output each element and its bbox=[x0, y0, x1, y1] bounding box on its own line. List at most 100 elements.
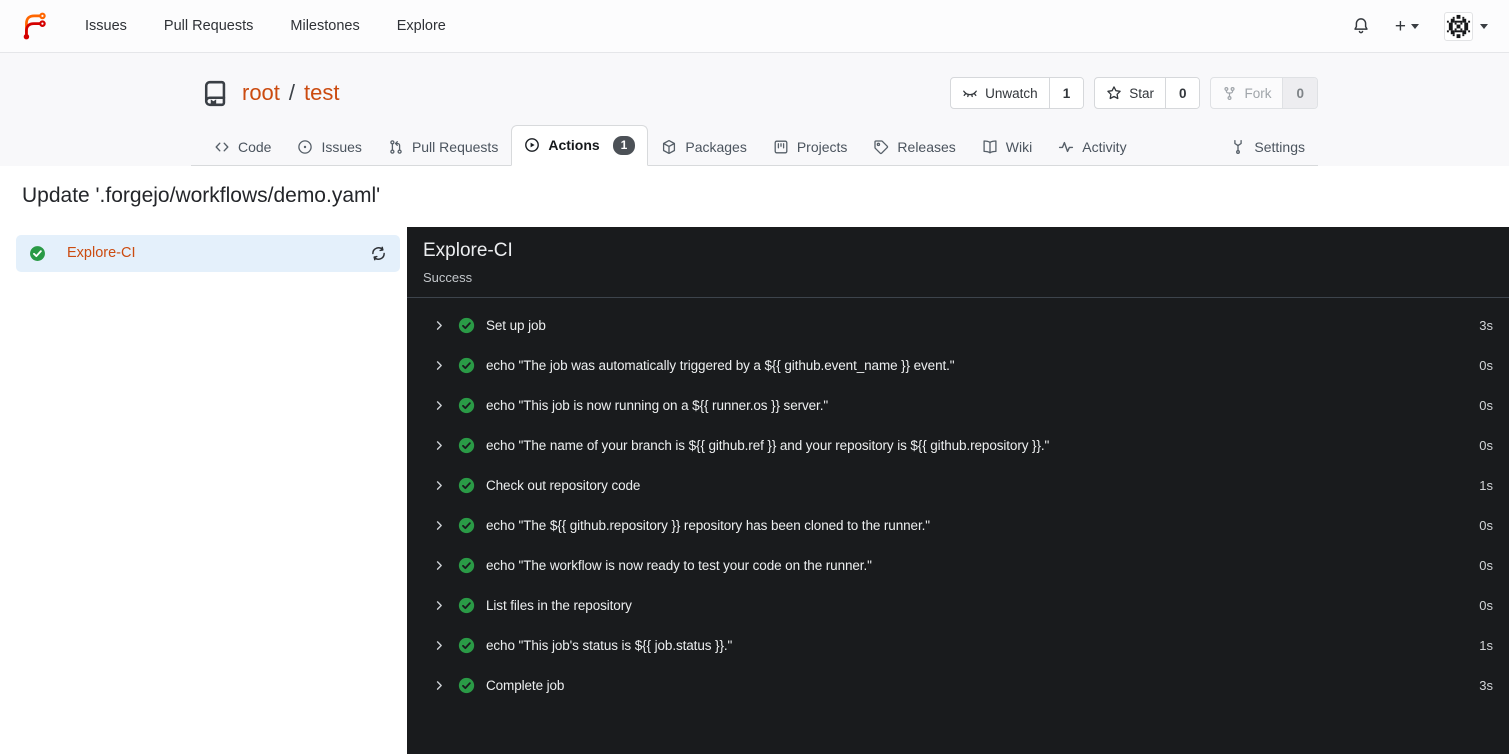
job-log-header: Explore-CI Success bbox=[407, 227, 1509, 298]
repo-owner-link[interactable]: root bbox=[242, 80, 280, 106]
step-label: Set up job bbox=[486, 318, 546, 334]
tab-wiki[interactable]: Wiki bbox=[969, 128, 1045, 166]
chevron-right-icon[interactable] bbox=[434, 400, 445, 411]
job-success-icon bbox=[29, 245, 46, 262]
pulse-icon bbox=[1059, 141, 1074, 152]
repo-separator: / bbox=[288, 80, 296, 105]
job-status-text: Success bbox=[423, 269, 473, 285]
step-success-icon bbox=[458, 597, 475, 614]
user-avatar bbox=[1444, 11, 1473, 41]
chevron-down-icon bbox=[1411, 23, 1419, 29]
tab-pull-requests[interactable]: Pull Requests bbox=[375, 128, 511, 166]
workflow-step-row[interactable]: echo "The ${{ github.repository }} repos… bbox=[407, 506, 1509, 546]
tab-issues[interactable]: Issues bbox=[284, 128, 374, 166]
unwatch-button[interactable]: Unwatch bbox=[951, 78, 1049, 108]
workflow-step-row[interactable]: List files in the repository 0s bbox=[407, 586, 1509, 626]
settings-tool-icon bbox=[1234, 139, 1243, 154]
repo-tab-bar: Code Issues Pull Requests Actions 1 Pack… bbox=[191, 125, 1318, 166]
step-duration: 0s bbox=[1479, 598, 1493, 614]
step-duration: 1s bbox=[1479, 638, 1493, 654]
tab-code[interactable]: Code bbox=[201, 128, 284, 166]
workflow-step-row[interactable]: Complete job 3s bbox=[407, 666, 1509, 706]
workflow-run-title: Update '.forgejo/workflows/demo.yaml' bbox=[22, 184, 381, 208]
tab-releases[interactable]: Releases bbox=[860, 128, 968, 166]
chevron-right-icon[interactable] bbox=[434, 360, 445, 371]
code-icon bbox=[215, 142, 229, 152]
workflow-step-row[interactable]: echo "This job is now running on a ${{ r… bbox=[407, 386, 1509, 426]
step-success-icon bbox=[458, 517, 475, 534]
step-label: echo "The ${{ github.repository }} repos… bbox=[486, 518, 930, 534]
step-success-icon bbox=[458, 357, 475, 374]
step-success-icon bbox=[458, 477, 475, 494]
step-duration: 3s bbox=[1479, 678, 1493, 694]
workflow-step-row[interactable]: Check out repository code 1s bbox=[407, 466, 1509, 506]
step-label: List files in the repository bbox=[486, 598, 632, 614]
chevron-right-icon[interactable] bbox=[434, 480, 445, 491]
step-label: echo "The name of your branch is ${{ git… bbox=[486, 438, 1050, 454]
navbar-item-explore[interactable]: Explore bbox=[397, 18, 446, 34]
navbar-item-issues[interactable]: Issues bbox=[85, 18, 127, 34]
issue-circle-icon bbox=[298, 139, 313, 154]
chevron-right-icon[interactable] bbox=[434, 560, 445, 571]
step-duration: 0s bbox=[1479, 358, 1493, 374]
tab-settings[interactable]: Settings bbox=[1217, 128, 1318, 166]
chevron-right-icon[interactable] bbox=[434, 600, 445, 611]
project-board-icon bbox=[774, 140, 788, 154]
job-name: Explore-CI bbox=[67, 245, 136, 262]
repo-name-link[interactable]: test bbox=[304, 80, 339, 106]
star-button-group: Star 0 bbox=[1094, 77, 1201, 109]
unwatch-label: Unwatch bbox=[985, 85, 1038, 101]
navbar-right: + bbox=[1352, 11, 1488, 41]
job-list-item-explore-ci[interactable]: Explore-CI bbox=[16, 234, 400, 272]
chevron-right-icon[interactable] bbox=[434, 440, 445, 451]
chevron-right-icon[interactable] bbox=[434, 520, 445, 531]
workflow-step-row[interactable]: echo "The name of your branch is ${{ git… bbox=[407, 426, 1509, 466]
workflow-step-row[interactable]: Set up job 3s bbox=[407, 306, 1509, 346]
workflow-step-row[interactable]: echo "The workflow is now ready to test … bbox=[407, 546, 1509, 586]
step-duration: 0s bbox=[1479, 398, 1493, 414]
navbar-links: Issues Pull Requests Milestones Explore bbox=[85, 18, 446, 34]
jobs-sidebar: Explore-CI bbox=[0, 227, 407, 754]
step-label: echo "This job's status is ${{ job.statu… bbox=[486, 638, 733, 654]
chevron-right-icon[interactable] bbox=[434, 640, 445, 651]
forgejo-logo-icon[interactable] bbox=[21, 11, 52, 42]
repo-title-row: root / test Unwatch 1 Star 0 Fork 0 bbox=[191, 70, 1318, 116]
repo-book-icon bbox=[202, 80, 229, 107]
step-duration: 1s bbox=[1479, 478, 1493, 494]
step-success-icon bbox=[458, 557, 475, 574]
fork-button[interactable]: Fork bbox=[1211, 78, 1282, 108]
step-success-icon bbox=[458, 317, 475, 334]
play-circle-icon bbox=[525, 138, 540, 153]
chevron-right-icon[interactable] bbox=[434, 680, 445, 691]
tab-activity[interactable]: Activity bbox=[1045, 128, 1139, 166]
step-success-icon bbox=[458, 437, 475, 454]
tab-projects[interactable]: Projects bbox=[760, 128, 861, 166]
step-label: echo "The workflow is now ready to test … bbox=[486, 558, 872, 574]
fork-label: Fork bbox=[1244, 85, 1272, 101]
chevron-down-icon bbox=[1480, 23, 1488, 29]
repo-header: root / test Unwatch 1 Star 0 Fork 0 Code… bbox=[0, 53, 1509, 166]
job-log-panel: Explore-CI Success Set up job 3s echo "T… bbox=[407, 226, 1509, 754]
watchers-count[interactable]: 1 bbox=[1048, 78, 1084, 108]
workflow-step-row[interactable]: echo "The job was automatically triggere… bbox=[407, 346, 1509, 386]
refresh-icon[interactable] bbox=[370, 245, 387, 262]
navbar-item-milestones[interactable]: Milestones bbox=[290, 18, 359, 34]
stars-count[interactable]: 0 bbox=[1164, 78, 1200, 108]
top-navbar: Issues Pull Requests Milestones Explore … bbox=[0, 0, 1509, 53]
watch-button-group: Unwatch 1 bbox=[950, 77, 1085, 109]
workflow-step-row[interactable]: echo "This job's status is ${{ job.statu… bbox=[407, 626, 1509, 666]
forks-count[interactable]: 0 bbox=[1282, 78, 1317, 108]
tab-actions[interactable]: Actions 1 bbox=[511, 125, 649, 166]
create-new-dropdown[interactable]: + bbox=[1395, 17, 1419, 36]
chevron-right-icon[interactable] bbox=[434, 320, 445, 331]
plus-icon: + bbox=[1394, 15, 1406, 37]
star-button[interactable]: Star bbox=[1095, 78, 1165, 108]
notifications-bell-icon[interactable] bbox=[1352, 17, 1370, 35]
user-menu[interactable] bbox=[1444, 11, 1488, 41]
run-title-row: Update '.forgejo/workflows/demo.yaml' bbox=[0, 165, 1509, 227]
step-success-icon bbox=[458, 397, 475, 414]
navbar-item-pull-requests[interactable]: Pull Requests bbox=[164, 18, 253, 34]
tag-icon bbox=[874, 139, 889, 154]
step-duration: 0s bbox=[1479, 518, 1493, 534]
tab-packages[interactable]: Packages bbox=[648, 128, 759, 166]
